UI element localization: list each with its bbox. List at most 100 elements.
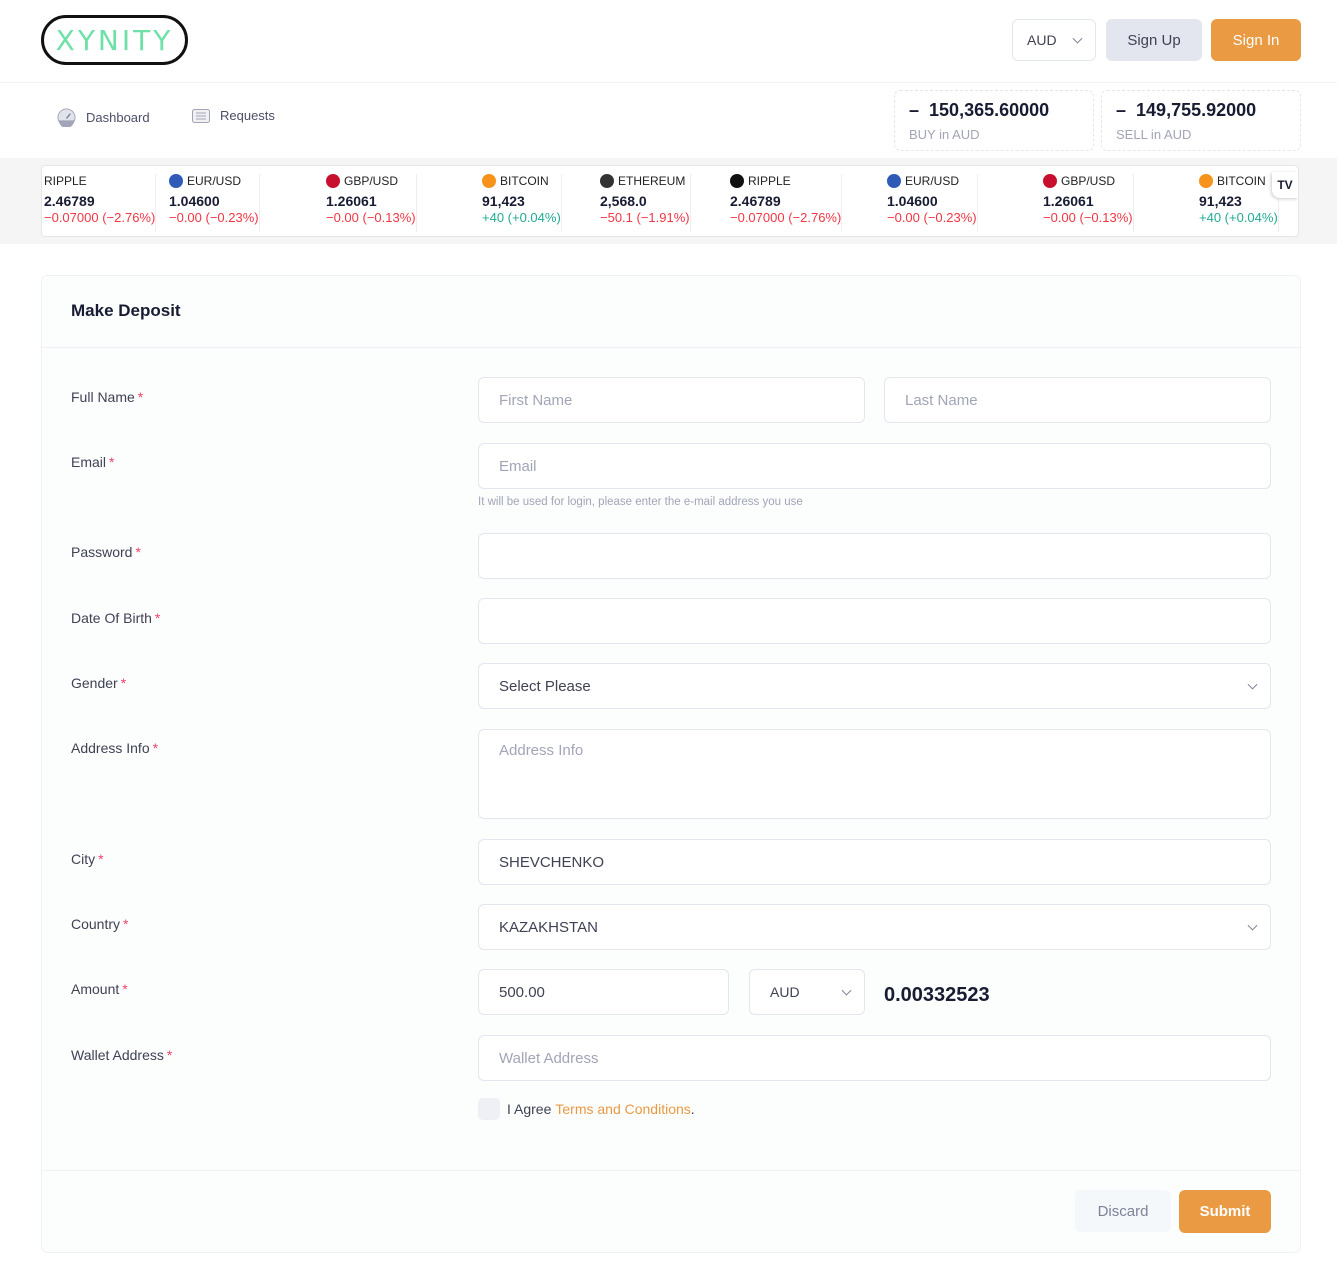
ticker-change: −0.00 (−0.23%)	[887, 210, 977, 225]
agree-text: I Agree Terms and Conditions.	[507, 1101, 695, 1117]
country-label: Country *	[71, 916, 129, 932]
logo[interactable]: XYNITY	[41, 15, 188, 65]
ticker-item[interactable]: BITCOIN 91,423 +40 (+0.04%)	[472, 174, 562, 232]
sign-up-button[interactable]: Sign Up	[1106, 19, 1202, 61]
chevron-down-icon	[841, 985, 852, 996]
bitcoin-icon	[1199, 174, 1213, 188]
ticker-change: −0.00 (−0.13%)	[1043, 210, 1133, 225]
ticker-name: EUR/USD	[905, 174, 960, 188]
ticker-price: 1.26061	[326, 193, 377, 209]
buy-dash: –	[909, 100, 920, 120]
email-label: Email *	[71, 454, 115, 470]
tradingview-logo[interactable]: TV	[1272, 172, 1298, 198]
list-icon	[192, 108, 210, 123]
ticker-change: −0.07000 (−2.76%)	[730, 210, 842, 225]
discard-button[interactable]: Discard	[1075, 1190, 1171, 1232]
ripple-icon	[730, 174, 744, 188]
sell-stat: – 149,755.92000 SELL in AUD	[1101, 90, 1301, 151]
ticker-price: 1.26061	[1043, 193, 1094, 209]
ticker-change: +40 (+0.04%)	[1199, 210, 1278, 225]
gbp-usd-icon	[1043, 174, 1057, 188]
gbp-usd-icon	[326, 174, 340, 188]
last-name-input[interactable]: Last Name	[884, 377, 1271, 423]
city-input[interactable]: SHEVCHENKO	[478, 839, 1271, 885]
email-help-text: It will be used for login, please enter …	[478, 496, 803, 508]
ticker-price: 2.46789	[730, 193, 781, 209]
full-name-label: Full Name *	[71, 389, 144, 405]
currency-select[interactable]: AUD	[1012, 19, 1096, 61]
nav-dashboard[interactable]: Dashboard	[57, 108, 150, 127]
ethereum-icon	[600, 174, 614, 188]
password-input[interactable]	[478, 533, 1271, 579]
chevron-down-icon	[1072, 33, 1083, 44]
buy-label: BUY in AUD	[909, 127, 980, 142]
ticker-name: BITCOIN	[500, 174, 549, 188]
city-label: City *	[71, 851, 104, 867]
dashboard-icon	[57, 108, 76, 127]
ticker-price: 91,423	[1199, 193, 1242, 209]
first-name-input[interactable]: First Name	[478, 377, 865, 423]
dob-label: Date Of Birth *	[71, 610, 161, 626]
eur-usd-icon	[169, 174, 183, 188]
ticker-item[interactable]: GBP/USD 1.26061 −0.00 (−0.13%)	[1033, 174, 1134, 232]
ticker-item[interactable]: GBP/USD 1.26061 −0.00 (−0.13%)	[316, 174, 417, 232]
deposit-card: Make Deposit Full Name * First Name Last …	[41, 275, 1301, 1253]
chevron-down-icon	[1247, 679, 1258, 690]
ticker-name: BITCOIN	[1217, 174, 1266, 188]
sign-in-button[interactable]: Sign In	[1211, 19, 1301, 61]
ticker-name: EUR/USD	[187, 174, 242, 188]
gender-label: Gender *	[71, 675, 127, 691]
ticker-item[interactable]: RIPPLE 2.46789 −0.07000 (−2.76%)	[42, 174, 157, 232]
currency-value: AUD	[1027, 32, 1057, 48]
nav-requests-label: Requests	[220, 108, 275, 123]
amount-label: Amount *	[71, 981, 128, 997]
converted-amount: 0.00332523	[884, 984, 990, 1006]
address-textarea[interactable]: Address Info	[478, 729, 1271, 819]
nav-dashboard-label: Dashboard	[86, 110, 150, 125]
amount-input[interactable]: 500.00	[478, 969, 729, 1015]
ticker-name: RIPPLE	[748, 174, 791, 188]
wallet-input[interactable]: Wallet Address	[478, 1035, 1271, 1081]
amount-currency-select[interactable]: AUD	[749, 969, 865, 1015]
ticker-price: 1.04600	[887, 193, 938, 209]
gender-select[interactable]: Select Please	[478, 663, 1271, 709]
ticker-tape[interactable]: BITCOIN 91,423 +40 (+0.04%) GBP/USD 1.260…	[41, 165, 1299, 237]
ticker-change: −0.00 (−0.23%)	[169, 210, 259, 225]
ticker-item[interactable]: EUR/USD 1.04600 −0.00 (−0.23%)	[159, 174, 260, 232]
ticker-name: ETHEREUM	[618, 174, 686, 188]
bitcoin-icon	[482, 174, 496, 188]
ticker-name: RIPPLE	[44, 174, 87, 188]
nav-requests[interactable]: Requests	[192, 108, 275, 123]
country-select[interactable]: KAZAKHSTAN	[478, 904, 1271, 950]
email-input[interactable]: Email	[478, 443, 1271, 489]
card-title: Make Deposit	[71, 301, 181, 320]
address-label: Address Info *	[71, 740, 159, 756]
buy-value: 150,365.60000	[929, 100, 1050, 120]
submit-button[interactable]: Submit	[1179, 1190, 1271, 1233]
eur-usd-icon	[887, 174, 901, 188]
ticker-price: 2.46789	[44, 193, 95, 209]
ticker-item[interactable]: BITCOIN 91,423 +40 (+0.04%)	[1189, 174, 1279, 232]
divider	[42, 347, 1300, 348]
ticker-price: 1.04600	[169, 193, 220, 209]
divider	[42, 1170, 1300, 1171]
ticker-price: 91,423	[482, 193, 525, 209]
ticker-change: −0.00 (−0.13%)	[326, 210, 416, 225]
top-header: XYNITY AUD Sign Up Sign In	[0, 0, 1337, 83]
ticker-item[interactable]: RIPPLE 2.46789 −0.07000 (−2.76%)	[720, 174, 843, 232]
ticker-item[interactable]: ETHEREUM 2,568.0 −50.1 (−1.91%)	[590, 174, 691, 232]
dob-input[interactable]	[478, 598, 1271, 644]
sell-dash: –	[1116, 100, 1127, 120]
terms-link[interactable]: Terms and Conditions	[555, 1101, 690, 1117]
ticker-change: +40 (+0.04%)	[482, 210, 561, 225]
wallet-label: Wallet Address *	[71, 1047, 173, 1063]
ticker-change: −0.07000 (−2.76%)	[44, 210, 156, 225]
chevron-down-icon	[1247, 920, 1258, 931]
agree-checkbox[interactable]	[478, 1098, 500, 1120]
sell-label: SELL in AUD	[1116, 127, 1192, 142]
ticker-item[interactable]: EUR/USD 1.04600 −0.00 (−0.23%)	[877, 174, 978, 232]
ticker-name: GBP/USD	[1061, 174, 1116, 188]
sell-value: 149,755.92000	[1136, 100, 1257, 120]
buy-stat: – 150,365.60000 BUY in AUD	[894, 90, 1094, 151]
ticker-change: −50.1 (−1.91%)	[600, 210, 690, 225]
